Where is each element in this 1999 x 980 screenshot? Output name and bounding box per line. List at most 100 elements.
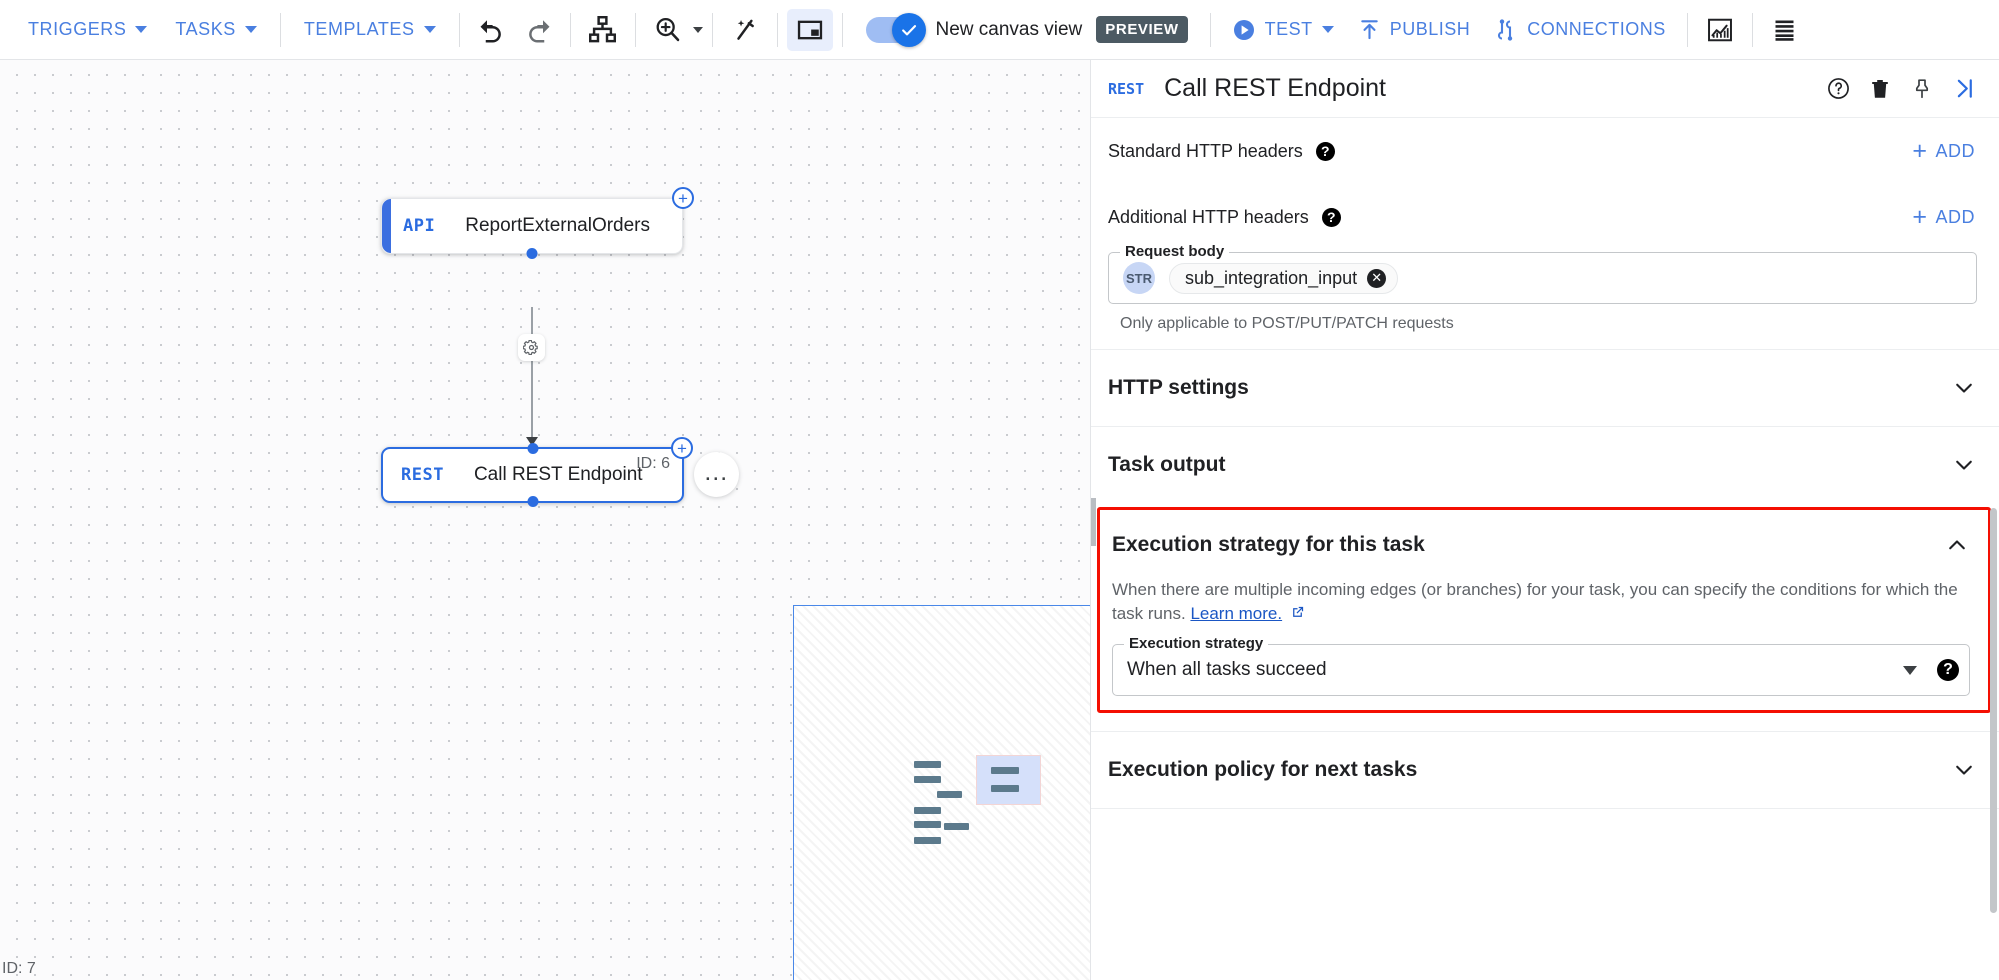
analytics-chart-icon <box>1707 18 1732 41</box>
menu-triggers-label: TRIGGERS <box>28 19 127 39</box>
task-config-panel: REST Call REST Endpoint Standard HTTP he… <box>1090 60 1999 980</box>
chevron-down-icon[interactable] <box>1903 665 1917 675</box>
connections-button[interactable]: CONNECTIONS <box>1482 12 1678 48</box>
add-node-button[interactable]: + <box>672 187 694 209</box>
new-canvas-view-toggle[interactable] <box>865 12 926 47</box>
menu-triggers[interactable]: TRIGGERS <box>14 13 161 46</box>
canvas-bottom-node-id: ID: 7 <box>2 960 36 977</box>
panel-scrollbar-thumb[interactable] <box>1990 508 1997 913</box>
learn-more-link[interactable]: Learn more. <box>1190 604 1282 623</box>
node-input-port[interactable] <box>527 443 538 454</box>
new-canvas-view-control[interactable]: New canvas view PREVIEW <box>865 12 1188 47</box>
execution-strategy-description-block: When there are multiple incoming edges (… <box>1100 578 1988 626</box>
toolbar-divider <box>458 12 460 47</box>
execution-strategy-select[interactable]: Execution strategy When all tasks succee… <box>1112 635 1970 697</box>
panel-scrollbar-track[interactable] <box>1990 118 1998 980</box>
panel-pin-button[interactable] <box>1901 68 1943 110</box>
panel-delete-button[interactable] <box>1859 68 1901 110</box>
node-type-badge: API <box>403 216 436 236</box>
minimap-icon <box>797 20 822 39</box>
layout-hierarchy-icon <box>589 16 616 43</box>
panel-section-marker <box>1091 498 1096 546</box>
canvas-node-api[interactable]: API ReportExternalOrders + <box>381 187 694 259</box>
section-http-settings[interactable]: HTTP settings <box>1091 350 1999 426</box>
top-toolbar: TRIGGERS TASKS TEMPLATES New canvas view… <box>0 0 1999 60</box>
panel-help-button[interactable] <box>1817 68 1859 110</box>
section-execution-strategy[interactable]: Execution strategy for this task <box>1100 512 1988 578</box>
add-additional-header-button[interactable]: + ADD <box>1912 204 1975 230</box>
menu-templates[interactable]: TEMPLATES <box>290 13 450 46</box>
test-label: TEST <box>1264 19 1313 39</box>
menu-tasks[interactable]: TASKS <box>161 13 270 46</box>
execution-strategy-highlight: Execution strategy for this task When th… <box>1097 507 1991 714</box>
panel-collapse-button[interactable] <box>1943 68 1985 110</box>
request-body-field-wrap: Request body STR sub_integration_input ✕ <box>1091 243 1999 304</box>
add-standard-header-label: ADD <box>1935 140 1975 161</box>
toolbar-divider <box>1209 12 1211 47</box>
node-output-port[interactable] <box>527 496 538 507</box>
main-menu-button[interactable] <box>1762 9 1808 51</box>
execution-strategy-value: When all tasks succeed <box>1127 659 1327 681</box>
node-output-port[interactable] <box>526 248 538 259</box>
connections-label: CONNECTIONS <box>1527 19 1666 39</box>
chevron-down-icon <box>1956 460 1972 470</box>
delete-trash-icon <box>1872 79 1888 98</box>
help-icon[interactable]: ? <box>1937 659 1959 682</box>
request-body-type-chip: STR <box>1123 262 1155 294</box>
edge-settings-button[interactable] <box>518 334 545 361</box>
additional-http-headers-label: Additional HTTP headers <box>1108 206 1309 227</box>
node-title: Call REST Endpoint <box>473 464 643 485</box>
gear-icon <box>523 339 538 356</box>
section-task-output[interactable]: Task output <box>1091 427 1999 503</box>
undo-button[interactable] <box>469 9 515 51</box>
close-icon[interactable]: ✕ <box>1367 268 1387 288</box>
toolbar-divider <box>634 12 636 47</box>
zoom-control[interactable] <box>645 9 703 51</box>
workflow-canvas[interactable]: API ReportExternalOrders + REST Call RES… <box>0 60 1090 980</box>
node-more-options-button[interactable]: … <box>694 452 739 497</box>
connections-icon <box>1498 18 1513 41</box>
request-body-hint: Only applicable to POST/PUT/PATCH reques… <box>1120 315 1454 332</box>
add-node-button[interactable]: + <box>671 437 693 459</box>
section-execution-policy[interactable]: Execution policy for next tasks <box>1091 732 1999 808</box>
canvas-node-rest[interactable]: REST Call REST Endpoint ID: 6 + <box>381 437 693 507</box>
panel-header: REST Call REST Endpoint <box>1091 60 1999 118</box>
toggle-minimap-button[interactable] <box>786 8 833 51</box>
toolbar-divider <box>841 12 843 47</box>
analytics-button[interactable] <box>1697 9 1743 51</box>
toolbar-divider <box>569 12 571 47</box>
request-body-field[interactable]: Request body STR sub_integration_input ✕ <box>1108 243 1977 304</box>
publish-button[interactable]: PUBLISH <box>1346 12 1483 47</box>
magic-cleanup-button[interactable] <box>722 9 768 51</box>
add-additional-header-label: ADD <box>1935 206 1975 227</box>
request-body-legend: Request body <box>1120 243 1230 260</box>
toolbar-divider <box>279 12 281 47</box>
toggle-knob <box>891 12 926 47</box>
redo-button[interactable] <box>515 9 561 51</box>
plus-icon: + <box>1912 136 1928 165</box>
chevron-down-icon <box>692 26 703 33</box>
node-accent-bar <box>382 199 391 253</box>
canvas-minimap[interactable] <box>793 605 1090 980</box>
app-root: TRIGGERS TASKS TEMPLATES New canvas view… <box>0 0 1999 980</box>
chevron-down-icon <box>423 26 436 33</box>
check-icon <box>901 24 916 35</box>
toolbar-divider <box>1686 12 1688 47</box>
external-link-icon[interactable] <box>1290 605 1305 620</box>
request-body-variable-chip[interactable]: sub_integration_input ✕ <box>1169 262 1399 294</box>
pin-icon <box>1915 78 1929 98</box>
add-standard-header-button[interactable]: + ADD <box>1912 136 1975 165</box>
execution-strategy-title: Execution strategy for this task <box>1112 533 1425 556</box>
help-circle-icon <box>1827 78 1849 99</box>
menu-tasks-label: TASKS <box>175 19 236 39</box>
play-circle-icon <box>1233 19 1254 40</box>
zoom-in-icon <box>656 17 680 42</box>
collapse-panel-icon <box>1957 79 1972 98</box>
test-button[interactable]: TEST <box>1220 12 1346 48</box>
auto-layout-button[interactable] <box>580 9 626 51</box>
help-icon[interactable]: ? <box>1315 141 1335 161</box>
toolbar-divider <box>711 12 713 47</box>
zoom-in-button[interactable] <box>645 9 691 51</box>
row-additional-http-headers: Additional HTTP headers ? + ADD <box>1091 184 1999 250</box>
help-icon[interactable]: ? <box>1321 207 1341 227</box>
